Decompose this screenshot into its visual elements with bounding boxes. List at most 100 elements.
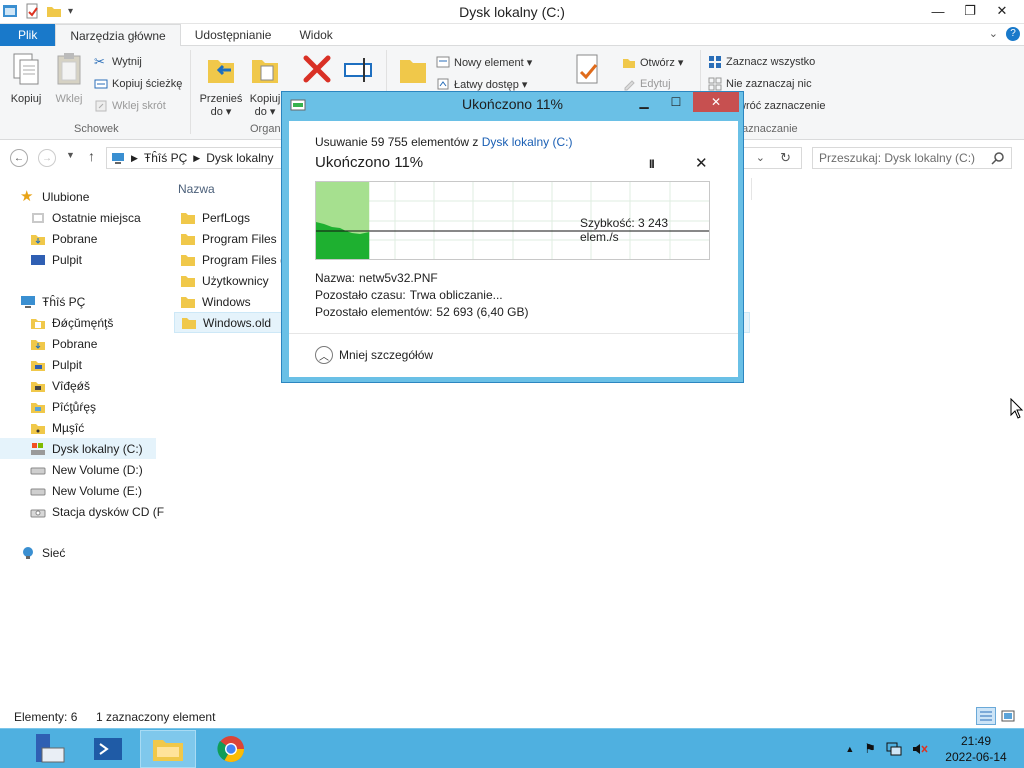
select-group-label: aznaczanie [742, 123, 798, 135]
copy-to-button[interactable]: Kopiuj do ▾ [246, 52, 284, 118]
move-to-label: Przenieś [199, 93, 243, 105]
properties-button[interactable] [570, 52, 604, 93]
paste-shortcut-icon [95, 100, 107, 112]
expand-ribbon-icon[interactable]: ⌄ [989, 27, 998, 41]
large-icons-view-button[interactable] [998, 707, 1018, 725]
minimize-button[interactable]: — [922, 0, 954, 22]
nav-volume-d[interactable]: New Volume (D:) [30, 459, 143, 480]
file-name: Program Files (x [202, 252, 291, 267]
nav-documents[interactable]: Ðǿçŭmęńţš [30, 312, 113, 333]
forward-arrow-icon: → [42, 152, 52, 164]
nav-music[interactable]: Mµşîć [30, 417, 84, 438]
dialog-close-button[interactable]: ✕ [693, 92, 739, 112]
invert-selection-button[interactable]: wróć zaznaczenie [738, 96, 825, 116]
search-icon[interactable] [991, 151, 1005, 165]
nav-label: Ostatnie miejsca [52, 210, 141, 225]
time-remaining-value: Trwa obliczanie... [409, 288, 503, 302]
chrome-button[interactable] [203, 730, 259, 768]
dialog-maximize-button[interactable]: ☐ [661, 92, 691, 112]
nav-videos[interactable]: Vîđęǿš [30, 375, 90, 396]
cut-label: Wytnij [112, 56, 142, 68]
breadcrumb-local-disk[interactable]: Dysk lokalny [206, 151, 273, 165]
star-icon: ★ [20, 187, 34, 205]
copy-button[interactable]: Kopiuj [6, 52, 46, 105]
copy-path-button[interactable]: Kopiuj ścieżkę [94, 74, 182, 94]
new-folder-button[interactable] [396, 52, 430, 93]
cut-button[interactable]: ✂ Wytnij [94, 52, 142, 72]
file-explorer-button[interactable] [140, 730, 196, 768]
current-item-value: netw5v32.PNF [359, 271, 438, 285]
nav-desktop-fav[interactable]: Pulpit [30, 249, 82, 270]
file-name: Użytkownicy [202, 273, 269, 288]
details-view-button[interactable] [976, 707, 996, 725]
operation-summary: Usuwanie 59 755 elementów z Dysk lokalny… [315, 135, 572, 149]
nav-label: Pîćţůŕęş [52, 399, 97, 414]
select-none-icon [708, 77, 722, 91]
recent-locations-icon[interactable]: ▼ [66, 150, 75, 160]
pause-button[interactable]: II [649, 157, 655, 171]
fewer-details-button[interactable]: ︿ Mniej szczegółów [315, 346, 433, 364]
nav-local-disk-c[interactable]: Dysk lokalny (C:) [0, 438, 156, 459]
delete-button[interactable] [300, 52, 334, 93]
items-remaining-value: 52 693 (6,40 GB) [436, 305, 529, 319]
open-button[interactable]: Otwórz ▾ [622, 52, 683, 72]
breadcrumb-this-pc[interactable]: Ŧĥîś PÇ [144, 151, 187, 165]
source-link[interactable]: Dysk lokalny (C:) [482, 135, 573, 149]
action-center-flag-icon[interactable]: ⚑ [864, 741, 876, 757]
nav-pictures[interactable]: Pîćţůŕęş [30, 396, 96, 417]
edit-icon [624, 80, 635, 91]
nav-network[interactable]: Sieć [20, 542, 65, 563]
nav-desktop[interactable]: Pulpit [30, 354, 82, 375]
breadcrumb-sep-icon: ▶ [131, 152, 138, 163]
operation-summary-text: Usuwanie 59 755 elementów z [315, 135, 482, 149]
current-item-label: Nazwa: [315, 271, 356, 285]
nav-recent-places[interactable]: Ostatnie miejsca [30, 207, 141, 228]
file-name: Program Files [202, 231, 277, 246]
forward-button[interactable]: → [38, 149, 56, 167]
back-arrow-icon: ← [14, 152, 24, 164]
nav-volume-e[interactable]: New Volume (E:) [30, 480, 142, 501]
navigation-pane: ★ Ulubione Ostatnie miejsca Pobrane Pulp… [0, 178, 164, 698]
speed-graph: Szybkość: 3 243 elem./s [315, 181, 710, 260]
nav-favorites-label: Ulubione [42, 189, 90, 204]
nav-this-pc-label: Ŧĥîś PÇ [42, 294, 86, 309]
nav-downloads-fav[interactable]: Pobrane [30, 228, 97, 249]
clock[interactable]: 21:49 2022-06-14 [938, 733, 1014, 765]
properties-big-icon [576, 54, 598, 84]
close-button[interactable]: ✕ [986, 0, 1018, 22]
paste-shortcut-button[interactable]: Wklej skrót [94, 96, 166, 116]
search-input[interactable]: Przeszukaj: Dysk lokalny (C:) [812, 147, 1012, 169]
paste-button[interactable]: Wklej [50, 52, 88, 105]
select-all-label: Zaznacz wszystko [726, 56, 816, 68]
title-bar: ▾ Dysk lokalny (C:) — ❐ ✕ [0, 0, 1024, 24]
nav-label: Pobrane [52, 336, 98, 351]
nav-favorites[interactable]: ★ Ulubione [20, 186, 89, 207]
tab-file[interactable]: Plik [0, 24, 56, 46]
powershell-button[interactable] [80, 730, 136, 768]
nav-cd-drive[interactable]: Stacja dysków CD (F [30, 501, 164, 522]
tab-view[interactable]: Widok [285, 24, 346, 46]
organize-group-label: Organ [250, 123, 281, 135]
help-icon[interactable]: ? [1006, 27, 1020, 41]
move-to-button[interactable]: Przenieś do ▾ [198, 52, 244, 118]
maximize-button[interactable]: ❐ [954, 0, 986, 22]
refresh-icon[interactable]: ↻ [780, 150, 791, 166]
server-manager-button[interactable] [20, 730, 76, 768]
dialog-minimize-button[interactable]: ▁ [629, 92, 659, 112]
cancel-button[interactable]: ✕ [695, 154, 708, 172]
rename-button[interactable] [340, 52, 376, 93]
open-icon [623, 59, 635, 68]
network-tray-icon[interactable] [886, 742, 902, 756]
address-dropdown-icon[interactable]: ⌄ [756, 151, 765, 164]
tray-expand-icon[interactable]: ▲ [845, 744, 854, 754]
tab-home[interactable]: Narzędzia główne [55, 24, 181, 47]
new-item-button[interactable]: Nowy element ▾ [436, 52, 532, 72]
back-button[interactable]: ← [10, 149, 28, 167]
tab-share[interactable]: Udostępnianie [181, 24, 286, 46]
volume-muted-icon[interactable] [912, 742, 928, 756]
select-all-button[interactable]: Zaznacz wszystko [708, 52, 815, 72]
up-arrow-icon[interactable]: ↑ [88, 148, 95, 164]
nav-this-pc[interactable]: Ŧĥîś PÇ [20, 291, 85, 312]
nav-downloads[interactable]: Pobrane [30, 333, 97, 354]
search-placeholder: Przeszukaj: Dysk lokalny (C:) [819, 151, 976, 165]
